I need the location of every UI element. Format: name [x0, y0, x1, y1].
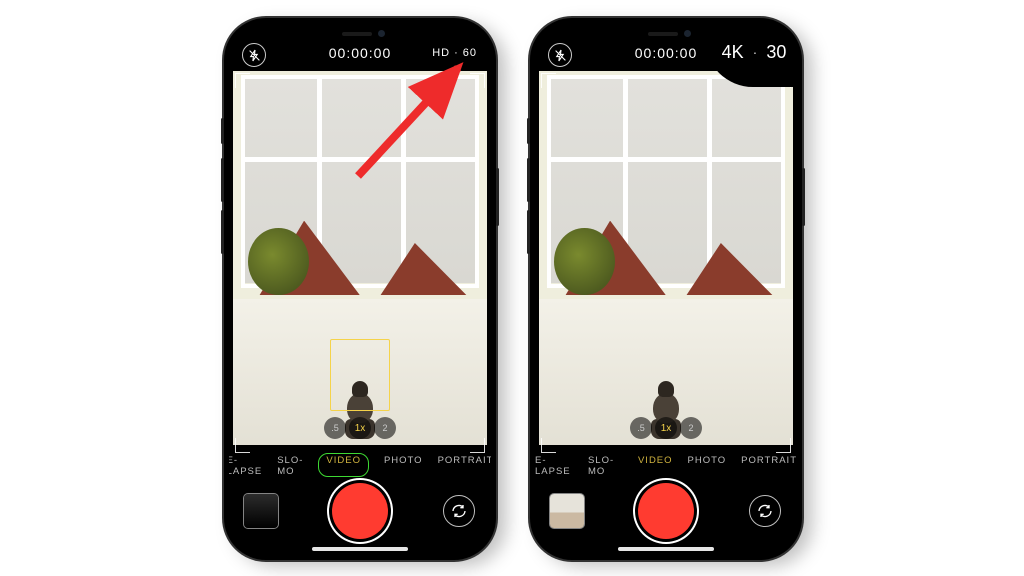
phone-left: 00:00:00 HD·60 .5 1x 2 E [224, 18, 496, 560]
resolution-label[interactable]: 4K [722, 42, 744, 63]
camera-flip-button[interactable] [749, 495, 781, 527]
flash-off-icon [248, 49, 261, 62]
phone-right: 00:00:00 4K · 30 .5 1x 2 [530, 18, 802, 560]
bottom-controls [229, 473, 491, 555]
record-button[interactable] [638, 483, 694, 539]
zoom-tele[interactable]: 2 [680, 417, 702, 439]
last-capture-thumbnail[interactable] [243, 493, 279, 529]
camera-flip-icon [451, 503, 467, 519]
flash-toggle[interactable] [242, 43, 266, 67]
focus-box[interactable] [330, 339, 390, 411]
screen: 00:00:00 4K · 30 .5 1x 2 [535, 23, 797, 555]
home-indicator[interactable] [312, 547, 408, 551]
notch [606, 23, 726, 45]
zoom-normal[interactable]: 1x [655, 417, 677, 439]
record-button[interactable] [332, 483, 388, 539]
annotation-arrow [348, 56, 498, 211]
viewfinder[interactable]: .5 1x 2 [539, 71, 793, 445]
home-indicator[interactable] [618, 547, 714, 551]
zoom-wide[interactable]: .5 [630, 417, 652, 439]
zoom-selector[interactable]: .5 1x 2 [630, 417, 702, 439]
flash-off-icon [554, 49, 567, 62]
zoom-wide[interactable]: .5 [324, 417, 346, 439]
last-capture-thumbnail[interactable] [549, 493, 585, 529]
zoom-tele[interactable]: 2 [374, 417, 396, 439]
notch [300, 23, 420, 45]
flash-toggle[interactable] [548, 43, 572, 67]
bottom-controls [535, 473, 797, 555]
zoom-selector[interactable]: .5 1x 2 [324, 417, 396, 439]
camera-flip-icon [757, 503, 773, 519]
camera-flip-button[interactable] [443, 495, 475, 527]
record-timer: 00:00:00 [635, 45, 698, 61]
fps-label[interactable]: 30 [766, 42, 786, 63]
zoom-normal[interactable]: 1x [349, 417, 371, 439]
